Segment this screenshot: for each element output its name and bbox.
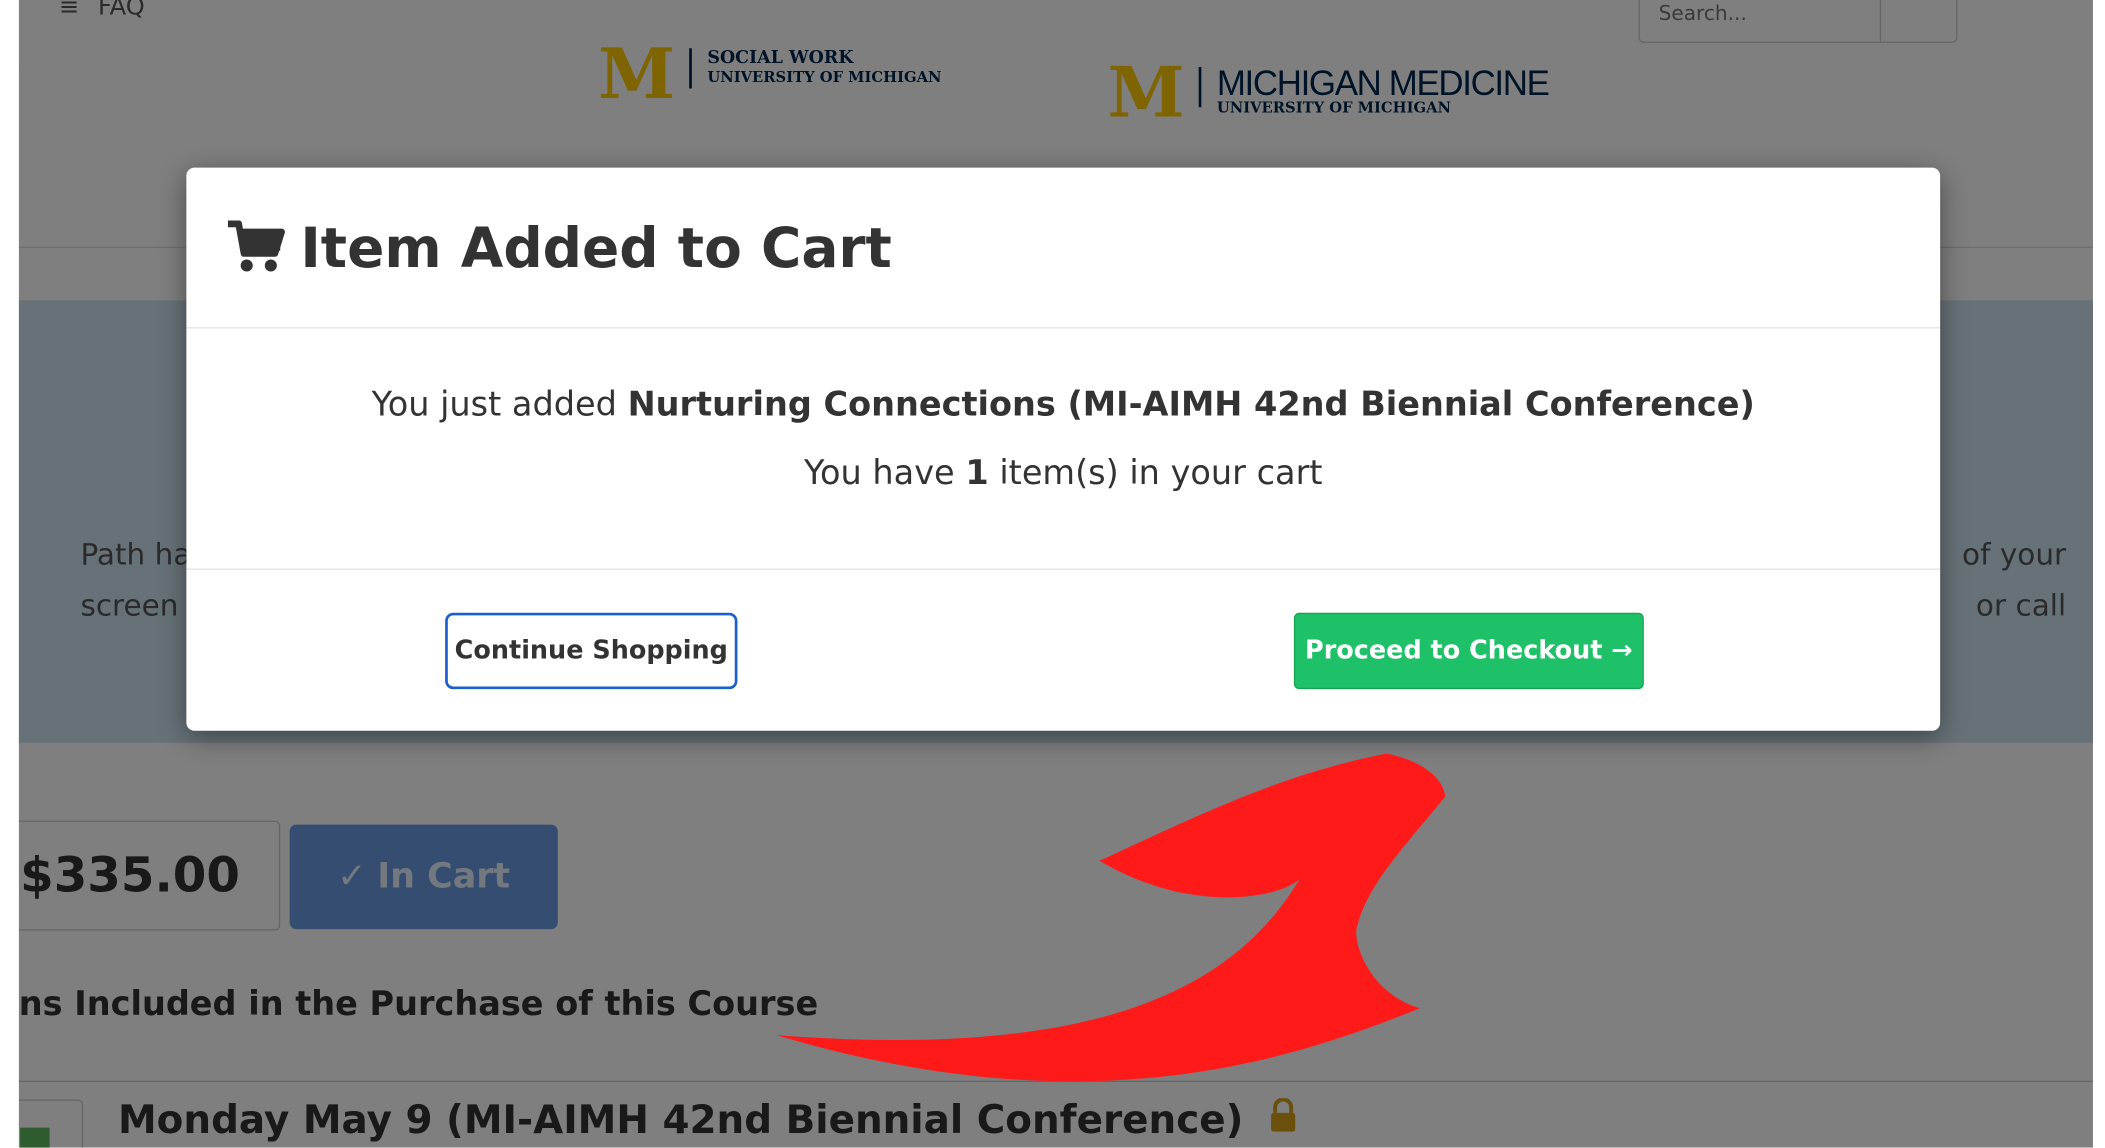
cart-icon <box>227 220 285 272</box>
product-name: Nurturing Connections (MI-AIMH 42nd Bien… <box>627 384 1755 424</box>
cart-count-message: You have 1 item(s) in your cart <box>803 453 1323 493</box>
modal-footer: Continue Shopping Proceed to Checkout → <box>186 570 1940 731</box>
modal-body: You just added Nurturing Connections (MI… <box>186 328 1941 570</box>
added-to-cart-modal: Item Added to Cart You just added Nurtur… <box>186 167 1941 731</box>
continue-shopping-button[interactable]: Continue Shopping <box>445 612 738 690</box>
added-message: You just added Nurturing Connections (MI… <box>371 384 1755 424</box>
modal-header: Item Added to Cart <box>186 168 1941 329</box>
page-frame: ≡FAQ M SOCIAL WORK UNIVERSITY OF MICHIGA… <box>18 0 2093 1148</box>
cart-count: 1 <box>965 453 989 493</box>
proceed-to-checkout-button[interactable]: Proceed to Checkout → <box>1293 612 1644 690</box>
modal-title: Item Added to Cart <box>300 215 892 281</box>
